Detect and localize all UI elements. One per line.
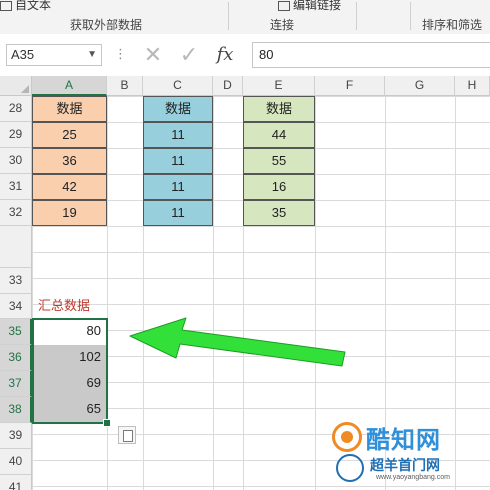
row-header-34[interactable]: 34: [0, 294, 32, 319]
summary-value-cell[interactable]: 69: [32, 371, 107, 397]
table-header-cell[interactable]: 数据: [243, 96, 315, 122]
ribbon-group-get-external-data: 获取外部数据: [70, 18, 143, 32]
ribbon-group-sort-filter: 排序和筛选: [422, 18, 483, 32]
ribbon-separator: [228, 2, 229, 30]
summary-value-cell[interactable]: 102: [32, 345, 107, 371]
text-file-icon: [0, 0, 12, 11]
ribbon-group-connections: 连接: [270, 18, 295, 32]
table-data-cell[interactable]: 19: [32, 200, 107, 226]
quick-analysis-button[interactable]: [118, 426, 136, 444]
table-data-cell[interactable]: 42: [32, 174, 107, 200]
select-all-button[interactable]: [0, 76, 32, 96]
table-data-cell[interactable]: 36: [32, 148, 107, 174]
row-header-39[interactable]: 39: [0, 423, 32, 449]
watermark-subtitle: 超羊首门网: [370, 457, 440, 473]
column-header-d[interactable]: D: [213, 76, 243, 96]
summary-value-cell[interactable]: 65: [32, 397, 107, 423]
row-header-29[interactable]: 29: [0, 122, 32, 148]
row-header-36[interactable]: 36: [0, 345, 32, 371]
name-box[interactable]: A35 ▼: [6, 44, 102, 66]
summary-value-cell[interactable]: 80: [32, 319, 107, 345]
row-header-38[interactable]: 38: [0, 397, 32, 423]
column-header-a[interactable]: A: [32, 76, 107, 96]
row-header-35[interactable]: 35: [0, 319, 32, 345]
column-header-f[interactable]: F: [315, 76, 385, 96]
table-data-cell[interactable]: 11: [143, 122, 213, 148]
row-header-gap[interactable]: [0, 226, 32, 268]
formula-buttons: ✕ ✓ fx: [130, 40, 244, 70]
table-data-cell[interactable]: 11: [143, 200, 213, 226]
table-data-cell[interactable]: 25: [32, 122, 107, 148]
watermark: 酷知网 超羊首门网 www.yaoyangbang.com: [326, 414, 490, 490]
row-header-30[interactable]: 30: [0, 148, 32, 174]
watermark-url: www.yaoyangbang.com: [376, 474, 450, 481]
formula-bar: A35 ▼ ⋮ ✕ ✓ fx 80: [0, 34, 490, 77]
enter-button[interactable]: ✓: [174, 40, 204, 70]
table-data-cell[interactable]: 11: [143, 148, 213, 174]
gridline: [315, 96, 316, 490]
column-header-b[interactable]: B: [107, 76, 143, 96]
chevron-down-icon[interactable]: ▼: [87, 45, 97, 65]
insert-function-button[interactable]: fx: [210, 40, 240, 70]
ribbon-edit-links-button[interactable]: 编辑链接: [278, 0, 341, 13]
formula-input[interactable]: 80: [252, 42, 490, 68]
table-header-cell[interactable]: 数据: [143, 96, 213, 122]
select-all-icon: [21, 85, 29, 93]
table-data-cell[interactable]: 35: [243, 200, 315, 226]
gridline: [213, 96, 214, 490]
watermark-sheep-icon: [336, 454, 364, 482]
quick-analysis-icon: [123, 430, 133, 442]
watermark-logo-dot: [341, 431, 353, 443]
ribbon-separator: [410, 2, 411, 30]
watermark-title: 酷知网: [366, 427, 441, 454]
gridline: [107, 96, 108, 490]
cancel-button[interactable]: ✕: [138, 40, 168, 70]
ribbon: 自文本 编辑链接 获取外部数据 连接 排序和筛选: [0, 0, 490, 35]
column-header-g[interactable]: G: [385, 76, 455, 96]
row-header-37[interactable]: 37: [0, 371, 32, 397]
row-header-32[interactable]: 32: [0, 200, 32, 226]
row-header-41[interactable]: 41: [0, 475, 32, 490]
row-header-40[interactable]: 40: [0, 449, 32, 475]
table-data-cell[interactable]: 11: [143, 174, 213, 200]
ribbon-from-text-button[interactable]: 自文本: [0, 0, 51, 13]
watermark-logo-icon: [332, 422, 362, 452]
column-header-e[interactable]: E: [243, 76, 315, 96]
table-data-cell[interactable]: 44: [243, 122, 315, 148]
row-header-33[interactable]: 33: [0, 268, 32, 294]
table-header-cell[interactable]: 数据: [32, 96, 107, 122]
summary-label-cell[interactable]: 汇总数据: [32, 294, 107, 319]
row-header-28[interactable]: 28: [0, 96, 32, 122]
row-header-31[interactable]: 31: [0, 174, 32, 200]
link-icon: [278, 0, 290, 11]
resize-dots-icon[interactable]: ⋮: [114, 46, 127, 62]
ribbon-separator: [356, 2, 357, 30]
table-data-cell[interactable]: 16: [243, 174, 315, 200]
fill-handle[interactable]: [103, 419, 111, 427]
column-header-c[interactable]: C: [143, 76, 213, 96]
table-data-cell[interactable]: 55: [243, 148, 315, 174]
column-header-h[interactable]: H: [455, 76, 490, 96]
